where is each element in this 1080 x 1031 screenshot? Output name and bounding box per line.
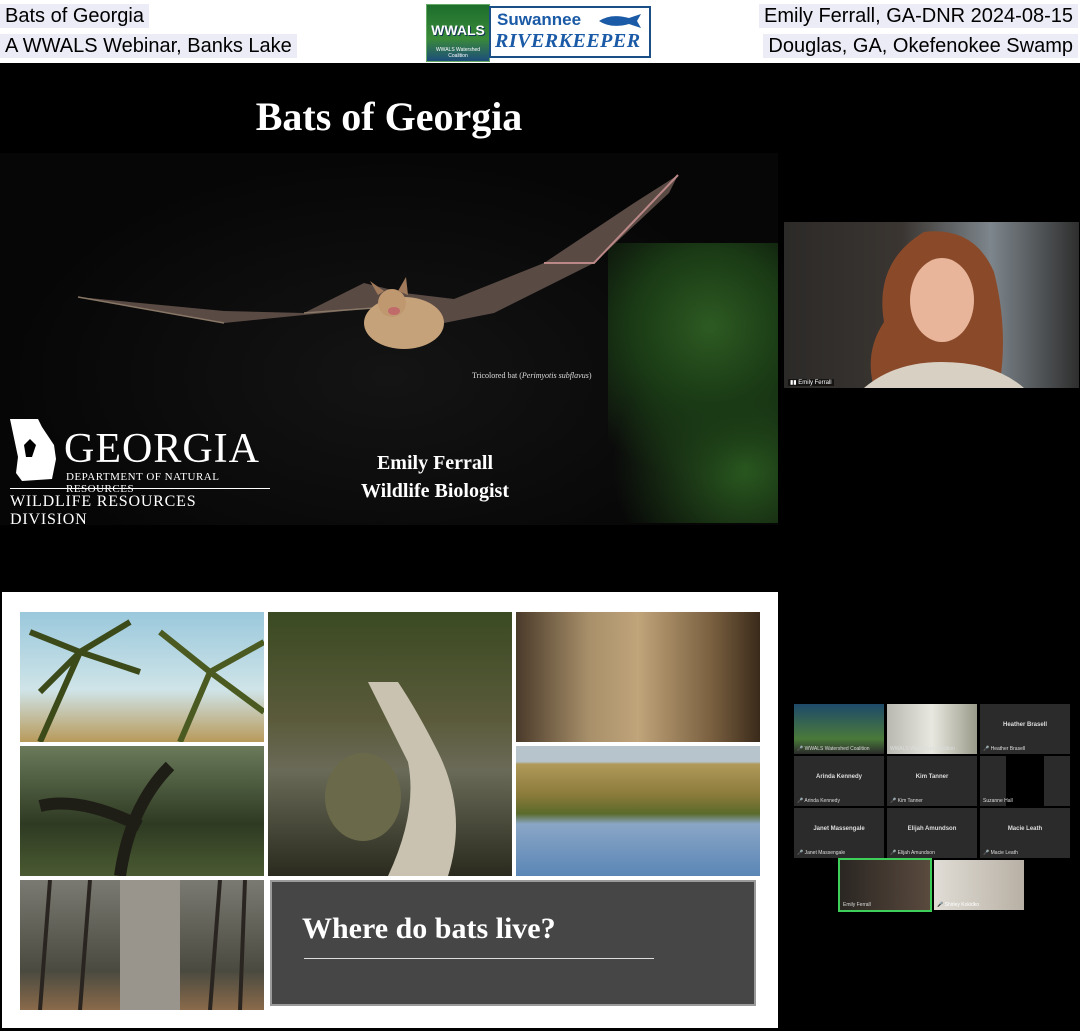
wwals-logo: WWALS WWALS Watershed Coalition (426, 4, 490, 62)
sponsor-logos: WWALS WWALS Watershed Coalition Suwannee… (426, 4, 652, 62)
presenter-date-label: Emily Ferrall, GA-DNR 2024-08-15 (759, 4, 1078, 28)
speaker-video[interactable]: ▮▮ Emily Ferrall (784, 222, 1079, 388)
georgia-state-icon (10, 419, 56, 481)
participant-tile[interactable]: Suzanne Hall (980, 756, 1070, 806)
bat-illustration (77, 174, 679, 349)
slide-title: Bats of Georgia (255, 94, 523, 139)
participant-tile[interactable]: 🎤 Shirley Kokidko (934, 860, 1024, 910)
oak-forest-photo (20, 746, 264, 876)
title-slide: Bats of Georgia Tricolored bat (Perimyot… (0, 65, 778, 525)
title-label: Bats of Georgia (0, 4, 149, 28)
burned-forest-photo (20, 880, 264, 1010)
palm-trees-photo (20, 612, 264, 742)
georgia-dnr-logo: GEORGIA DEPARTMENT OF NATURAL RESOURCES … (6, 413, 276, 525)
subtitle-label: A WWALS Webinar, Banks Lake (0, 34, 297, 58)
suwannee-riverkeeper-logo: Suwannee RIVERKEEPER (489, 6, 651, 58)
participant-tile[interactable]: Arinda Kennedy 🎤 Arinda Kennedy (794, 756, 884, 806)
fish-icon (599, 14, 641, 28)
slide-question: Where do bats live? (302, 912, 556, 945)
participant-tile[interactable]: WWALS Watershed Coalition (887, 704, 977, 754)
habitat-slide: Where do bats live? (2, 592, 778, 1028)
location-label: Douglas, GA, Okefenokee Swamp (763, 34, 1078, 58)
active-speaker-tile[interactable]: Emily Ferrall (838, 858, 932, 912)
participant-tile[interactable]: Heather Brasell 🎤 Heather Brasell (980, 704, 1070, 754)
participant-tile[interactable]: Janet Massengale 🎤 Janet Massengale (794, 808, 884, 858)
cave-photo (516, 612, 760, 742)
participant-tile[interactable]: Macie Leath 🎤 Macie Leath (980, 808, 1070, 858)
question-box: Where do bats live? (270, 880, 756, 1006)
participant-tile[interactable]: 🎤 WWALS Watershed Coalition (794, 704, 884, 754)
photo-caption: Tricolored bat (Perimyotis subflavus) (472, 371, 592, 380)
participant-tile[interactable]: Kim Tanner 🎤 Kim Tanner (887, 756, 977, 806)
participant-tile[interactable]: Elijah Amundson 🎤 Elijah Amundson (887, 808, 977, 858)
video-name-label: ▮▮ Emily Ferrall (788, 379, 834, 386)
creek-photo (268, 612, 512, 876)
speaker-credit: Emily Ferrall Wildlife Biologist (361, 452, 509, 502)
person-silhouette (864, 231, 1024, 388)
marsh-photo (516, 746, 760, 876)
